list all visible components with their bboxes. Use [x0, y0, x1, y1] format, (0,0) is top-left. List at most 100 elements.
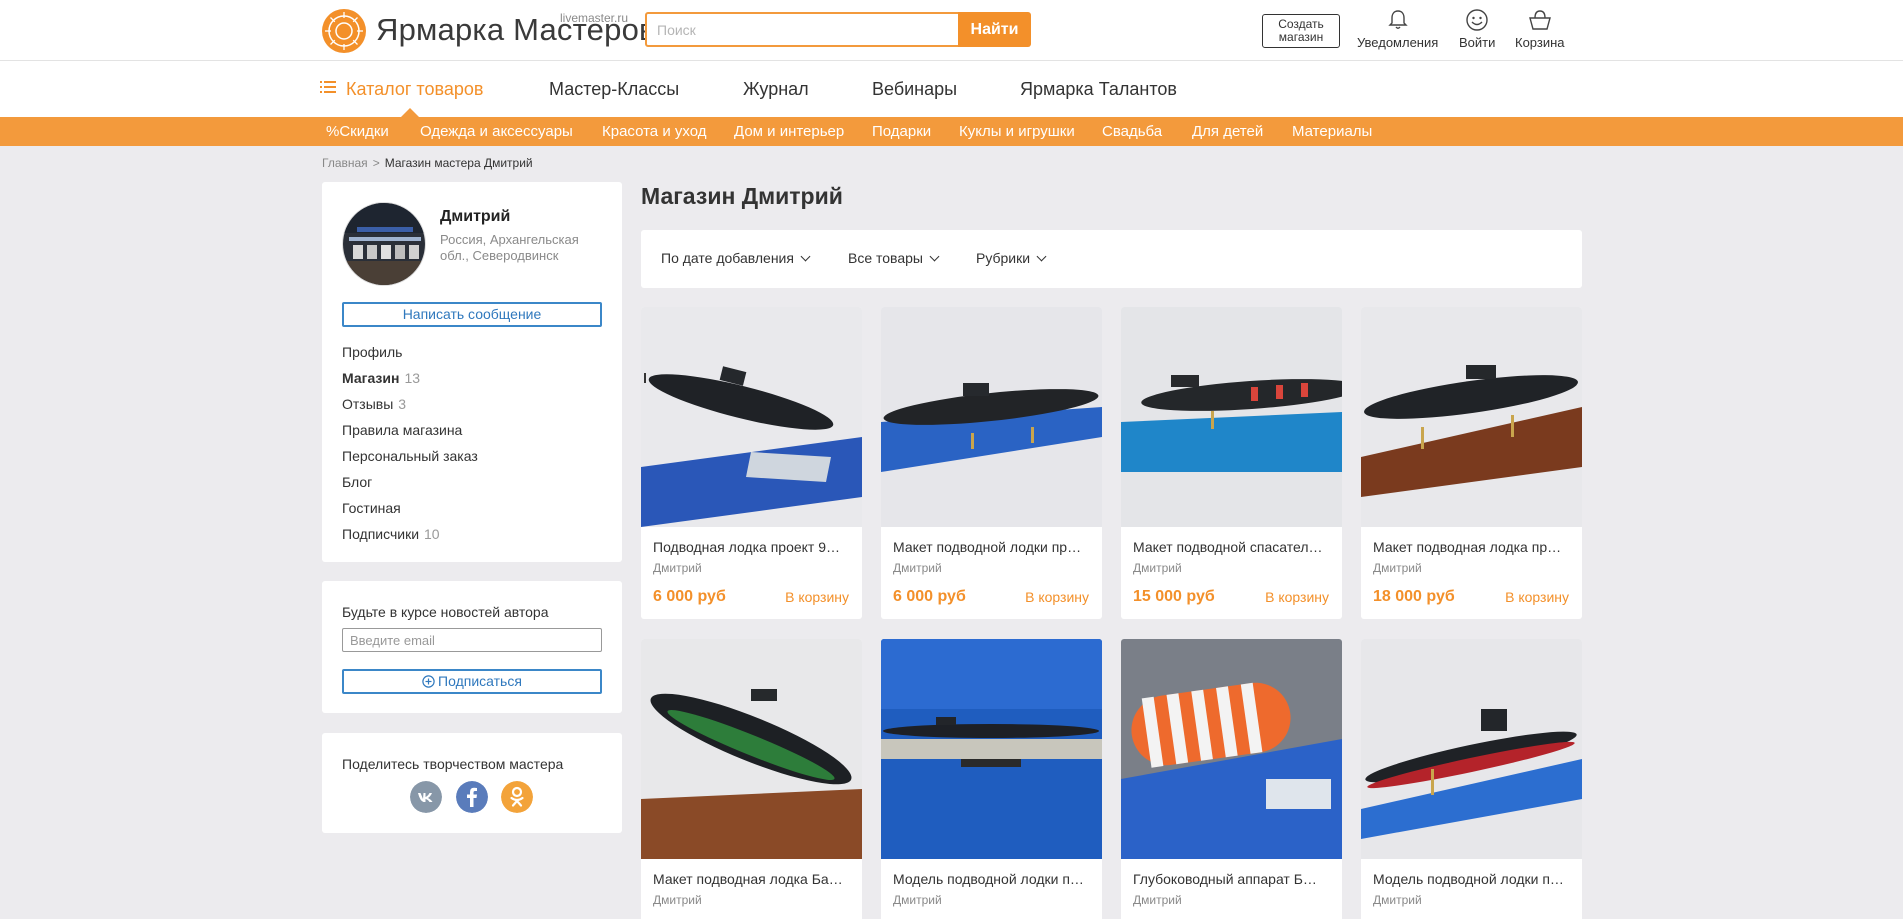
- cart-button[interactable]: Корзина: [1515, 9, 1565, 50]
- search-button[interactable]: Найти: [958, 12, 1031, 47]
- product-author[interactable]: Дмитрий: [653, 893, 702, 907]
- seller-name[interactable]: Дмитрий: [440, 208, 510, 226]
- nav-webinars[interactable]: Вебинары: [872, 79, 957, 100]
- breadcrumb-current: Магазин мастера Дмитрий: [384, 156, 533, 170]
- menu-profile[interactable]: Профиль: [342, 344, 478, 370]
- product-image[interactable]: [1361, 307, 1582, 527]
- nav-catalog[interactable]: Каталог товаров: [346, 79, 483, 100]
- category-item[interactable]: Красота и уход: [602, 123, 706, 140]
- menu-shop-rules[interactable]: Правила магазина: [342, 422, 478, 448]
- add-to-cart-button[interactable]: В корзину: [1505, 589, 1569, 605]
- product-price: 18 000 руб: [1373, 588, 1455, 605]
- menu-subscribers[interactable]: Подписчики 10: [342, 526, 478, 552]
- menu-label: Персональный заказ: [342, 448, 478, 464]
- create-shop-button[interactable]: Создать магазин: [1262, 14, 1340, 48]
- product-title[interactable]: Макет подводная лодка пр…: [1373, 539, 1573, 555]
- filter-bar: По дате добавления Все товары Рубрики: [641, 230, 1582, 288]
- product-card[interactable]: Макет подводная лодка Ба… Дмитрий: [641, 639, 862, 919]
- category-item[interactable]: %Скидки: [326, 123, 389, 140]
- category-item[interactable]: Куклы и игрушки: [959, 123, 1075, 140]
- email-field-wrap: [342, 628, 602, 652]
- plus-circle-icon: [422, 675, 435, 688]
- shop-title: Магазин Дмитрий: [641, 183, 843, 209]
- chevron-down-icon: [929, 251, 940, 262]
- search-box: [645, 12, 960, 47]
- menu-reviews[interactable]: Отзывы 3: [342, 396, 478, 422]
- menu-shop[interactable]: Магазин 13: [342, 370, 478, 396]
- add-to-cart-button[interactable]: В корзину: [1025, 589, 1089, 605]
- menu-label: Блог: [342, 474, 373, 490]
- breadcrumb-separator: >: [372, 156, 380, 170]
- product-image[interactable]: [641, 307, 862, 527]
- menu-blog[interactable]: Блог: [342, 474, 478, 500]
- product-title[interactable]: Модель подводной лодки п…: [893, 871, 1093, 887]
- product-card[interactable]: Глубоководный аппарат Б… Дмитрий: [1121, 639, 1342, 919]
- menu-personal-order[interactable]: Персональный заказ: [342, 448, 478, 474]
- nav-master-classes[interactable]: Мастер-Классы: [549, 79, 679, 100]
- vk-icon[interactable]: [410, 781, 442, 813]
- filter-label: Рубрики: [976, 250, 1031, 266]
- product-author[interactable]: Дмитрий: [1373, 893, 1422, 907]
- menu-label: Правила магазина: [342, 422, 463, 438]
- product-title[interactable]: Глубоководный аппарат Б…: [1133, 871, 1333, 887]
- product-image[interactable]: [881, 639, 1102, 859]
- email-field[interactable]: [343, 629, 601, 651]
- product-card[interactable]: Подводная лодка проект 9… Дмитрий 6 000 …: [641, 307, 862, 619]
- category-item[interactable]: Дом и интерьер: [734, 123, 844, 140]
- product-image[interactable]: [1121, 307, 1342, 527]
- rubrics-dropdown[interactable]: Рубрики: [976, 250, 1047, 266]
- odnoklassniki-icon[interactable]: [501, 781, 533, 813]
- active-nav-caret: [401, 108, 419, 117]
- facebook-icon[interactable]: [456, 781, 488, 813]
- products-dropdown[interactable]: Все товары: [848, 250, 940, 266]
- menu-label: Профиль: [342, 344, 403, 360]
- login-button[interactable]: Войти: [1459, 9, 1495, 50]
- product-image[interactable]: [641, 639, 862, 859]
- product-card[interactable]: Модель подводной лодки п… Дмитрий: [881, 639, 1102, 919]
- add-to-cart-button[interactable]: В корзину: [785, 589, 849, 605]
- product-author[interactable]: Дмитрий: [1373, 561, 1422, 575]
- product-card[interactable]: Модель подводной лодки п… Дмитрий: [1361, 639, 1582, 919]
- product-image[interactable]: [1121, 639, 1342, 859]
- basket-icon: [1528, 10, 1551, 30]
- share-title: Поделитесь творчеством мастера: [342, 756, 564, 772]
- product-author[interactable]: Дмитрий: [1133, 561, 1182, 575]
- product-title[interactable]: Макет подводная лодка Ба…: [653, 871, 853, 887]
- breadcrumb-home[interactable]: Главная: [322, 156, 368, 170]
- product-card[interactable]: Макет подводной спасател… Дмитрий 15 000…: [1121, 307, 1342, 619]
- list-icon[interactable]: [320, 80, 336, 94]
- product-card[interactable]: Макет подводная лодка пр… Дмитрий 18 000…: [1361, 307, 1582, 619]
- menu-count: 3: [398, 396, 407, 412]
- product-card[interactable]: Макет подводной лодки пр… Дмитрий 6 000 …: [881, 307, 1102, 619]
- product-author[interactable]: Дмитрий: [893, 561, 942, 575]
- notifications-button[interactable]: Уведомления: [1357, 9, 1438, 50]
- product-image[interactable]: [881, 307, 1102, 527]
- product-author[interactable]: Дмитрий: [893, 893, 942, 907]
- write-message-button[interactable]: Написать сообщение: [342, 302, 602, 327]
- category-item[interactable]: Свадьба: [1102, 123, 1162, 140]
- product-author[interactable]: Дмитрий: [1133, 893, 1182, 907]
- product-title[interactable]: Макет подводной лодки пр…: [893, 539, 1093, 555]
- category-item[interactable]: Одежда и аксессуары: [420, 123, 573, 140]
- add-to-cart-button[interactable]: В корзину: [1265, 589, 1329, 605]
- category-item[interactable]: Для детей: [1192, 123, 1263, 140]
- nav-journal[interactable]: Журнал: [743, 79, 809, 100]
- avatar-image: [343, 203, 425, 285]
- avatar[interactable]: [342, 202, 426, 286]
- logo-sun-icon[interactable]: [321, 8, 367, 54]
- subscribe-button[interactable]: Подписаться: [342, 669, 602, 694]
- product-title[interactable]: Макет подводной спасател…: [1133, 539, 1333, 555]
- product-image[interactable]: [1361, 639, 1582, 859]
- category-item[interactable]: Материалы: [1292, 123, 1372, 140]
- menu-label: Подписчики: [342, 526, 420, 542]
- menu-lounge[interactable]: Гостиная: [342, 500, 478, 526]
- search-input[interactable]: [647, 14, 958, 45]
- sort-dropdown[interactable]: По дате добавления: [661, 250, 811, 266]
- menu-count: 10: [424, 526, 440, 542]
- breadcrumb: Главная > Магазин мастера Дмитрий: [322, 156, 533, 170]
- product-title[interactable]: Модель подводной лодки п…: [1373, 871, 1573, 887]
- product-title[interactable]: Подводная лодка проект 9…: [653, 539, 853, 555]
- nav-talents[interactable]: Ярмарка Талантов: [1020, 79, 1177, 100]
- product-author[interactable]: Дмитрий: [653, 561, 702, 575]
- category-item[interactable]: Подарки: [872, 123, 931, 140]
